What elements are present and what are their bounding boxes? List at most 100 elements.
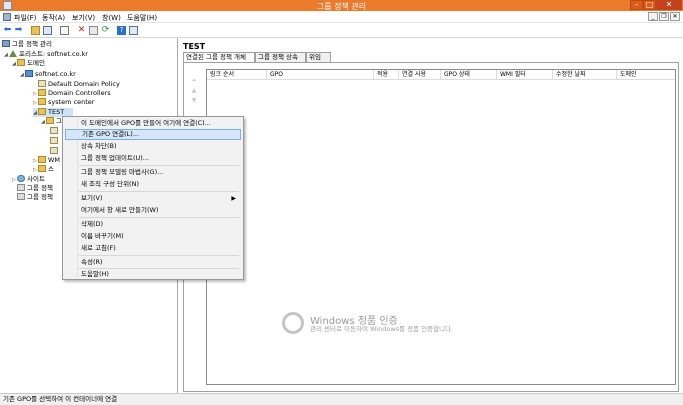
tree-item-partial[interactable] xyxy=(50,137,60,146)
title-bar: 그룹 정책 관리 – □ ✕ xyxy=(0,0,683,11)
menu-item-block-inheritance[interactable]: 상속 차단(B) xyxy=(65,141,241,152)
tab-inheritance[interactable]: 그룹 정책 상속 xyxy=(255,52,306,62)
show-tree-icon[interactable] xyxy=(43,26,52,35)
close-button[interactable]: ✕ xyxy=(656,0,682,10)
page-title: TEST xyxy=(183,42,206,51)
tree-domains[interactable]: ◢ 도메인 xyxy=(12,59,45,68)
tree-item-label: Default Domain Policy xyxy=(48,80,120,88)
menu-item-gp-update[interactable]: 그룹 정책 업데이트(U)... xyxy=(65,153,241,164)
table-header: 링크 순서 GPO 적용 연결 사용 GPO 상태 WMI 필터 수정한 날짜 … xyxy=(207,70,675,80)
menu-window[interactable]: 창(W) xyxy=(102,13,121,23)
menu-file[interactable]: 파일(F) xyxy=(14,13,36,23)
move-down-icon[interactable]: ▼ xyxy=(190,97,198,104)
back-arrow-icon[interactable]: ⬅ xyxy=(3,26,12,35)
folder-icon xyxy=(38,165,46,172)
menu-help[interactable]: 도움말(H) xyxy=(127,13,157,23)
tree-root[interactable]: 그룹 정책 관리 xyxy=(2,40,52,49)
mdi-buttons: _ ❐ ✕ xyxy=(647,12,680,21)
tree-item-system-center[interactable]: ▷ system center xyxy=(33,98,94,107)
tree-item-partial[interactable] xyxy=(50,147,60,156)
menu-item-new-ou[interactable]: 새 조직 구성 단위(N) xyxy=(65,179,241,190)
menu-item-rename[interactable]: 이름 바꾸기(M) xyxy=(65,231,241,242)
column-modified[interactable]: 수정한 날짜 xyxy=(553,70,617,80)
column-link-order[interactable]: 링크 순서 xyxy=(207,70,267,80)
forest-icon xyxy=(9,50,17,57)
tree-forest[interactable]: ◢ 포리스트: softnet.co.kr xyxy=(4,50,88,59)
menu-item-help[interactable]: 도움말(H) xyxy=(65,269,241,280)
gpo-link-icon xyxy=(50,127,58,134)
tree-item-label: Domain Controllers xyxy=(48,89,111,97)
tree-modeling[interactable]: 그룹 정책 xyxy=(17,184,53,193)
mdi-minimize-button[interactable]: _ xyxy=(648,12,658,21)
menu-item-refresh[interactable]: 새로 고침(F) xyxy=(65,243,241,254)
menu-separator xyxy=(79,191,239,192)
tree-item-label: 스 xyxy=(48,165,54,173)
column-wmi-filter[interactable]: WMI 필터 xyxy=(497,70,553,80)
console-icon[interactable] xyxy=(129,26,138,35)
menu-separator xyxy=(79,217,239,218)
tree-item-partial[interactable]: ◢ 그 xyxy=(41,117,62,126)
column-gpo-status[interactable]: GPO 상태 xyxy=(441,70,497,80)
tree-item-label: TEST xyxy=(48,108,65,116)
tree-item-wmi[interactable]: ▷ WM xyxy=(33,156,60,165)
menu-view[interactable]: 보기(V) xyxy=(72,13,95,23)
tree-item-starter[interactable]: ▷ 스 xyxy=(33,165,54,174)
move-up-icon[interactable]: ▲ xyxy=(190,87,198,94)
menu-item-modeling-wizard[interactable]: 그룹 정책 모델링 마법사(G)... xyxy=(65,167,241,178)
tree-results-label: 그룹 정책 xyxy=(27,193,53,201)
menu-item-properties[interactable]: 속성(R) xyxy=(65,257,241,268)
menu-item-delete[interactable]: 삭제(D) xyxy=(65,219,241,230)
tab-delegation[interactable]: 위임 xyxy=(306,52,331,62)
column-enforced[interactable]: 적용 xyxy=(374,70,399,80)
results-icon xyxy=(17,193,25,200)
gpo-link-icon xyxy=(50,147,58,154)
tree-item-default-policy[interactable]: Default Domain Policy xyxy=(33,80,120,89)
mdi-restore-button[interactable]: ❐ xyxy=(659,12,669,21)
refresh-icon[interactable]: ⟳ xyxy=(101,26,110,35)
minimize-button[interactable]: – xyxy=(630,0,643,10)
tree-modeling-label: 그룹 정책 xyxy=(27,184,53,192)
help-icon[interactable]: ? xyxy=(117,26,126,35)
modeling-icon xyxy=(17,184,25,191)
maximize-button[interactable]: □ xyxy=(643,0,656,10)
tab-content: ⏶ ▲ ▼ 링크 순서 GPO 적용 연결 사용 GPO 상태 WMI 필터 수… xyxy=(183,62,679,392)
column-link-enabled[interactable]: 연결 사용 xyxy=(399,70,441,80)
status-bar: 기존 GPO를 선택하여 이 컨테이너에 연결 xyxy=(0,393,683,405)
tree-domain-label: softnet.co.kr xyxy=(35,70,76,78)
column-gpo[interactable]: GPO xyxy=(267,70,374,80)
menu-separator xyxy=(79,165,239,166)
ou-icon xyxy=(38,108,46,115)
console-icon[interactable] xyxy=(3,13,11,21)
tree-item-label: WM xyxy=(48,156,61,164)
tree-sites[interactable]: ▷ 사이트 xyxy=(12,175,45,184)
folder-up-icon[interactable] xyxy=(31,26,40,35)
export-icon[interactable] xyxy=(89,26,98,35)
tree-item-partial[interactable] xyxy=(50,127,60,136)
details-pane: TEST 연결된 그룹 정책 개체 그룹 정책 상속 위임 ⏶ ▲ ▼ 링크 순… xyxy=(180,38,683,393)
menu-action[interactable]: 동작(A) xyxy=(42,13,65,23)
tree-results[interactable]: 그룹 정책 xyxy=(17,193,53,202)
properties-icon[interactable] xyxy=(60,26,69,35)
menu-separator xyxy=(79,255,239,256)
tree-sites-label: 사이트 xyxy=(27,175,45,183)
menu-item-view-label: 보기(V) xyxy=(81,194,103,202)
forward-arrow-icon[interactable]: ➡ xyxy=(14,26,23,35)
move-top-icon[interactable]: ⏶ xyxy=(190,77,198,84)
tree-forest-label: 포리스트: softnet.co.kr xyxy=(19,50,88,58)
mdi-close-button[interactable]: ✕ xyxy=(670,12,680,21)
ou-icon xyxy=(46,117,54,124)
menu-item-link-existing-gpo[interactable]: 기존 GPO 연결(L)... xyxy=(65,129,241,140)
folder-icon xyxy=(38,156,46,163)
status-text: 기존 GPO를 선택하여 이 컨테이너에 연결 xyxy=(3,395,118,403)
domain-icon xyxy=(25,70,33,77)
toolbar: ⬅ ➡ ✕ ⟳ ? xyxy=(0,23,683,38)
delete-icon[interactable]: ✕ xyxy=(77,26,86,35)
menu-item-create-gpo-link[interactable]: 이 도메인에서 GPO를 만들어 여기에 연결(C)... xyxy=(65,118,241,129)
tree-domain[interactable]: ◢ softnet.co.kr xyxy=(20,70,76,79)
menu-item-new-window[interactable]: 여기에서 창 새로 만들기(W) xyxy=(65,205,241,216)
menu-item-view[interactable]: 보기(V) ▶ xyxy=(65,193,241,204)
tree-item-domain-controllers[interactable]: ▷ Domain Controllers xyxy=(33,89,111,98)
context-menu: 이 도메인에서 GPO를 만들어 여기에 연결(C)... 기존 GPO 연결(… xyxy=(62,116,244,280)
column-domain[interactable]: 도메인 xyxy=(617,70,675,80)
tree-root-label: 그룹 정책 관리 xyxy=(12,40,53,48)
